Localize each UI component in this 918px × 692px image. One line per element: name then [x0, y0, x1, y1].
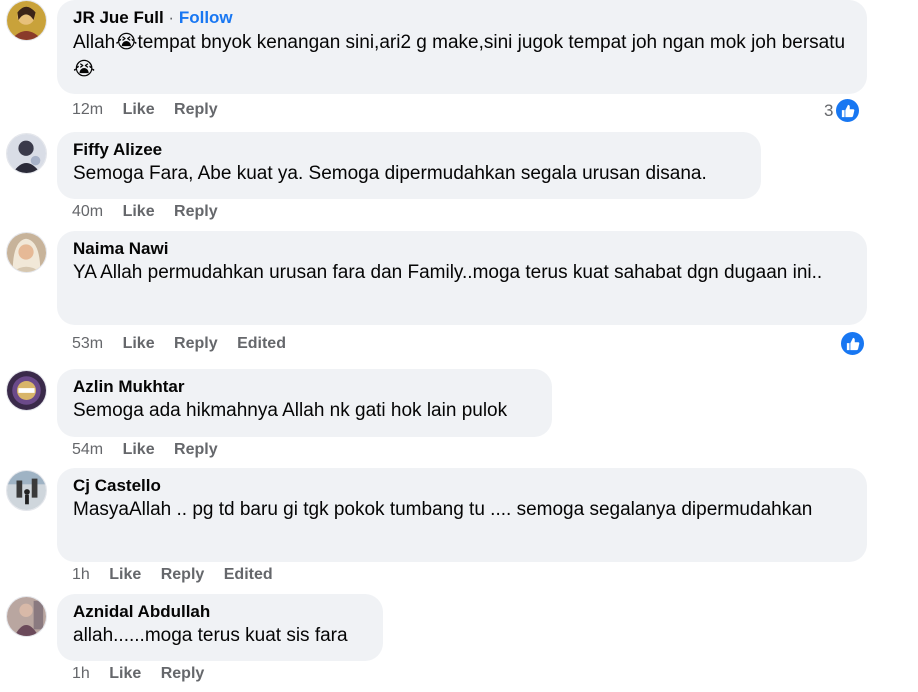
comment-actions: 53m Like Reply Edited: [72, 334, 286, 354]
avatar[interactable]: [6, 0, 47, 41]
commenter-name[interactable]: Fiffy Alizee: [73, 139, 745, 161]
timestamp[interactable]: 40m: [72, 203, 103, 220]
avatar[interactable]: [6, 596, 47, 637]
comment-text: Semoga Fara, Abe kuat ya. Semoga dipermu…: [73, 163, 707, 184]
crying-emoji-icon: 😭: [115, 31, 138, 53]
comment-bubble: Azlin Mukhtar Semoga ada hikmahnya Allah…: [57, 369, 552, 437]
comment-actions: 54m Like Reply: [72, 440, 233, 460]
edited-label[interactable]: Edited: [237, 335, 286, 352]
comment-bubble: Naima Nawi YA Allah permudahkan urusan f…: [57, 231, 867, 325]
comment-actions: 12m Like Reply: [72, 100, 233, 120]
like-button[interactable]: Like: [109, 665, 141, 682]
reply-button[interactable]: Reply: [161, 566, 205, 583]
avatar[interactable]: [6, 370, 47, 411]
reaction-summary[interactable]: [840, 331, 865, 356]
comment-actions: 1h Like Reply Edited: [72, 565, 273, 585]
avatar[interactable]: [6, 470, 47, 511]
comment-actions: 40m Like Reply: [72, 202, 233, 222]
commenter-name[interactable]: Naima Nawi: [73, 238, 851, 260]
follow-button[interactable]: Follow: [179, 8, 233, 27]
reply-button[interactable]: Reply: [174, 203, 218, 220]
reply-button[interactable]: Reply: [174, 101, 218, 118]
like-button[interactable]: Like: [123, 203, 155, 220]
like-button[interactable]: Like: [123, 335, 155, 352]
comment-actions: 1h Like Reply: [72, 664, 219, 684]
comment-text: Allah😭tempat bnyok kenangan sini,ari2 g …: [73, 31, 846, 80]
comment-bubble: Cj Castello MasyaAllah .. pg td baru gi …: [57, 468, 867, 562]
comment-text: MasyaAllah .. pg td baru gi tgk pokok tu…: [73, 499, 813, 520]
like-button[interactable]: Like: [123, 101, 155, 118]
reply-button[interactable]: Reply: [174, 335, 218, 352]
reply-button[interactable]: Reply: [161, 665, 205, 682]
commenter-name[interactable]: Cj Castello: [73, 475, 851, 497]
comment-bubble: Aznidal Abdullah allah......moga terus k…: [57, 594, 383, 661]
commenter-name[interactable]: Aznidal Abdullah: [73, 601, 367, 623]
reaction-summary[interactable]: 3: [824, 98, 861, 123]
like-button[interactable]: Like: [123, 441, 155, 458]
timestamp[interactable]: 53m: [72, 335, 103, 352]
avatar[interactable]: [6, 232, 47, 273]
comment-text: YA Allah permudahkan urusan fara dan Fam…: [73, 262, 823, 283]
comment-bubble: JR Jue Full · Follow Allah😭tempat bnyok …: [57, 0, 867, 94]
comment-bubble: Fiffy Alizee Semoga Fara, Abe kuat ya. S…: [57, 132, 761, 199]
timestamp[interactable]: 1h: [72, 566, 90, 583]
reaction-count: 3: [824, 100, 834, 120]
commenter-name[interactable]: JR Jue Full: [73, 8, 164, 27]
comment-text: allah......moga terus kuat sis fara: [73, 625, 348, 646]
reply-button[interactable]: Reply: [174, 441, 218, 458]
timestamp[interactable]: 54m: [72, 441, 103, 458]
thumbs-up-icon: [835, 98, 861, 123]
like-button[interactable]: Like: [109, 566, 141, 583]
thumbs-up-icon: [840, 331, 865, 356]
avatar[interactable]: [6, 133, 47, 174]
edited-label[interactable]: Edited: [224, 566, 273, 583]
timestamp[interactable]: 1h: [72, 665, 90, 682]
timestamp[interactable]: 12m: [72, 101, 103, 118]
comment-text: Semoga ada hikmahnya Allah nk gati hok l…: [73, 400, 508, 421]
separator: ·: [168, 8, 175, 27]
crying-emoji-icon: 😭: [73, 58, 96, 80]
commenter-name[interactable]: Azlin Mukhtar: [73, 376, 536, 398]
